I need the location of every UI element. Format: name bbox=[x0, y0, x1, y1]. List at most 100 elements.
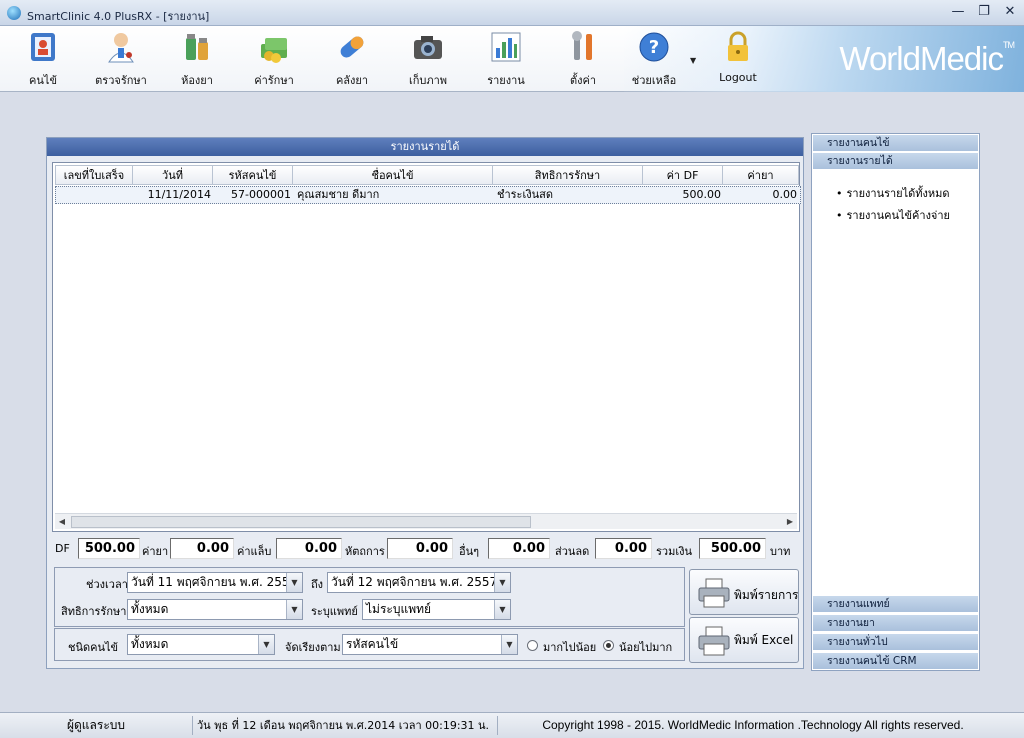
chevron-down-icon[interactable]: ▼ bbox=[286, 573, 302, 592]
sidebar-item-doctor-report[interactable]: รายงานแพทย์ bbox=[813, 596, 978, 613]
minimize-button[interactable]: — bbox=[945, 3, 971, 21]
lab-total-field: 0.00 bbox=[276, 538, 342, 559]
printer-icon bbox=[698, 626, 730, 656]
scroll-left-icon[interactable]: ◀ bbox=[55, 515, 69, 529]
sidebar-item-general-report[interactable]: รายงานทั่วไป bbox=[813, 634, 978, 651]
pill-icon bbox=[335, 30, 369, 64]
help-dropdown-arrow-icon[interactable]: ▼ bbox=[690, 56, 696, 65]
sort-asc-label: น้อยไปมาก bbox=[619, 641, 673, 654]
toolbar-examine-button[interactable]: ตรวจรักษา bbox=[86, 30, 156, 89]
coverage-select[interactable]: ทั้งหมด ▼ bbox=[127, 599, 303, 620]
drug-total-label: ค่ายา bbox=[142, 545, 169, 558]
discount-total-label: ส่วนลด bbox=[555, 545, 590, 558]
cell-receipt-no bbox=[56, 187, 134, 203]
sidebar-link-all-income[interactable]: รายงานรายได้ทั้งหมด bbox=[836, 184, 950, 202]
coverage-label: สิทธิการรักษา bbox=[61, 605, 127, 618]
sort-label: จัดเรียงตาม bbox=[285, 641, 341, 654]
cell-drug: 0.00 bbox=[772, 188, 798, 201]
lab-total-label: ค่าแล็บ bbox=[237, 545, 272, 558]
money-icon bbox=[257, 30, 291, 64]
toolbar-pharmacy-button[interactable]: ห้องยา bbox=[162, 30, 232, 89]
pharmacy-icon bbox=[180, 30, 214, 64]
toolbar-help-button[interactable]: ? ช่วยเหลือ bbox=[619, 30, 689, 89]
restore-button[interactable]: ❐ bbox=[971, 3, 997, 21]
toolbar-fees-button[interactable]: ค่ารักษา bbox=[239, 30, 309, 89]
doctor-label: ระบุแพทย์ bbox=[311, 605, 358, 618]
report-chart-icon bbox=[489, 30, 523, 64]
panel-title: รายงานรายได้ bbox=[47, 138, 803, 156]
scroll-right-icon[interactable]: ▶ bbox=[783, 515, 797, 529]
toolbar-report-button[interactable]: รายงาน bbox=[471, 30, 541, 89]
horizontal-scrollbar[interactable]: ◀ ▶ bbox=[55, 513, 797, 529]
chevron-down-icon[interactable]: ▼ bbox=[258, 635, 274, 654]
toolbar-settings-button[interactable]: ตั้งค่า bbox=[548, 30, 618, 89]
filter-period-box: ช่วงเวลา วันที่ 11 พฤศจิกายน พ.ศ. 2557 ▼ … bbox=[54, 567, 685, 627]
svg-text:?: ? bbox=[649, 37, 659, 58]
sort-asc-radio[interactable] bbox=[603, 640, 614, 651]
other-total-field: 0.00 bbox=[488, 538, 550, 559]
table-row[interactable]: 11/11/2014 57-000001 คุณสมชาย ดีมาก ชำระ… bbox=[55, 186, 801, 204]
grid-header: เลขที่ใบเสร็จ วันที่ รหัสคนไข้ ชื่อคนไข้… bbox=[55, 165, 799, 185]
chevron-down-icon[interactable]: ▼ bbox=[494, 573, 510, 592]
sidebar-item-patient-report[interactable]: รายงานคนไข้ bbox=[813, 135, 978, 152]
discount-total-field: 0.00 bbox=[595, 538, 652, 559]
sort-desc-radio[interactable] bbox=[527, 640, 538, 651]
col-date[interactable]: วันที่ bbox=[133, 165, 213, 185]
sidebar-item-crm-report[interactable]: รายงานคนไข้ CRM bbox=[813, 653, 978, 670]
cell-patient-id: 57-000001 bbox=[231, 188, 291, 201]
chevron-down-icon[interactable]: ▼ bbox=[501, 635, 517, 654]
report-grid[interactable]: เลขที่ใบเสร็จ วันที่ รหัสคนไข้ ชื่อคนไข้… bbox=[52, 162, 801, 532]
settings-tools-icon bbox=[566, 30, 600, 64]
date-from-select[interactable]: วันที่ 11 พฤศจิกายน พ.ศ. 2557 ▼ bbox=[127, 572, 303, 593]
totals-row: DF 500.00 ค่ายา 0.00 ค่าแล็บ 0.00 หัตถกา… bbox=[54, 538, 802, 560]
print-report-button[interactable]: พิมพ์รายการ bbox=[689, 569, 799, 615]
date-to-select[interactable]: วันที่ 12 พฤศจิกายน พ.ศ. 2557 ▼ bbox=[327, 572, 511, 593]
app-icon bbox=[7, 6, 21, 20]
status-datetime: วัน พุธ ที่ 12 เดือน พฤศจิกายน พ.ศ.2014 … bbox=[193, 716, 498, 735]
period-label: ช่วงเวลา bbox=[86, 578, 128, 591]
sidebar-link-outstanding[interactable]: รายงานคนไข้ค้างจ่าย bbox=[836, 206, 951, 224]
doctor-select[interactable]: ไม่ระบุแพทย์ ▼ bbox=[362, 599, 511, 620]
main-toolbar: WorldMedicTM คนไข้ ตรวจรักษา ห้องยา ค่าร… bbox=[0, 26, 1024, 92]
cell-df: 500.00 bbox=[682, 188, 722, 201]
procedure-total-label: หัตถการ bbox=[345, 545, 385, 558]
col-drug[interactable]: ค่ายา bbox=[723, 165, 799, 185]
sort-desc-label: มากไปน้อย bbox=[543, 641, 597, 654]
patient-type-select[interactable]: ทั้งหมด ▼ bbox=[127, 634, 275, 655]
patient-book-icon bbox=[26, 30, 60, 64]
chevron-down-icon[interactable]: ▼ bbox=[494, 600, 510, 619]
col-patient-id[interactable]: รหัสคนไข้ bbox=[213, 165, 293, 185]
currency-label: บาท bbox=[770, 545, 791, 558]
col-df[interactable]: ค่า DF bbox=[643, 165, 723, 185]
patient-type-label: ชนิดคนไข้ bbox=[68, 641, 119, 654]
sum-total-label: รวมเงิน bbox=[656, 545, 692, 558]
cell-patient-name: คุณสมชาย ดีมาก bbox=[297, 188, 380, 201]
col-patient-name[interactable]: ชื่อคนไข้ bbox=[293, 165, 493, 185]
brand-logo: WorldMedicTM bbox=[839, 40, 1015, 77]
toolbar-patient-button[interactable]: คนไข้ bbox=[8, 30, 78, 89]
title-bar: SmartClinic 4.0 PlusRX - [รายงาน] — ❐ ✕ bbox=[0, 0, 1024, 26]
print-excel-button[interactable]: พิมพ์ Excel bbox=[689, 617, 799, 663]
status-copyright: Copyright 1998 - 2015. WorldMedic Inform… bbox=[542, 718, 964, 732]
to-label: ถึง bbox=[311, 578, 324, 591]
sum-total-field: 500.00 bbox=[699, 538, 766, 559]
sort-select[interactable]: รหัสคนไข้ ▼ bbox=[342, 634, 518, 655]
toolbar-stock-button[interactable]: คลังยา bbox=[317, 30, 387, 89]
report-sidebar: รายงานคนไข้ รายงานรายได้ รายงานรายได้ทั้… bbox=[811, 133, 980, 671]
col-coverage[interactable]: สิทธิการรักษา bbox=[493, 165, 643, 185]
help-icon: ? bbox=[637, 30, 671, 64]
df-total-label: DF bbox=[55, 542, 70, 555]
other-total-label: อื่นๆ bbox=[459, 545, 480, 558]
col-receipt-no[interactable]: เลขที่ใบเสร็จ bbox=[55, 165, 133, 185]
printer-icon bbox=[698, 578, 730, 608]
close-button[interactable]: ✕ bbox=[997, 3, 1023, 21]
toolbar-logout-button[interactable]: Logout bbox=[703, 30, 773, 84]
procedure-total-field: 0.00 bbox=[387, 538, 453, 559]
lock-icon bbox=[721, 30, 755, 64]
chevron-down-icon[interactable]: ▼ bbox=[286, 600, 302, 619]
sidebar-item-income-report[interactable]: รายงานรายได้ bbox=[813, 153, 978, 170]
scrollbar-thumb[interactable] bbox=[71, 516, 531, 528]
sidebar-item-drug-report[interactable]: รายงานยา bbox=[813, 615, 978, 632]
cell-coverage: ชำระเงินสด bbox=[497, 188, 553, 201]
toolbar-images-button[interactable]: เก็บภาพ bbox=[393, 30, 463, 89]
